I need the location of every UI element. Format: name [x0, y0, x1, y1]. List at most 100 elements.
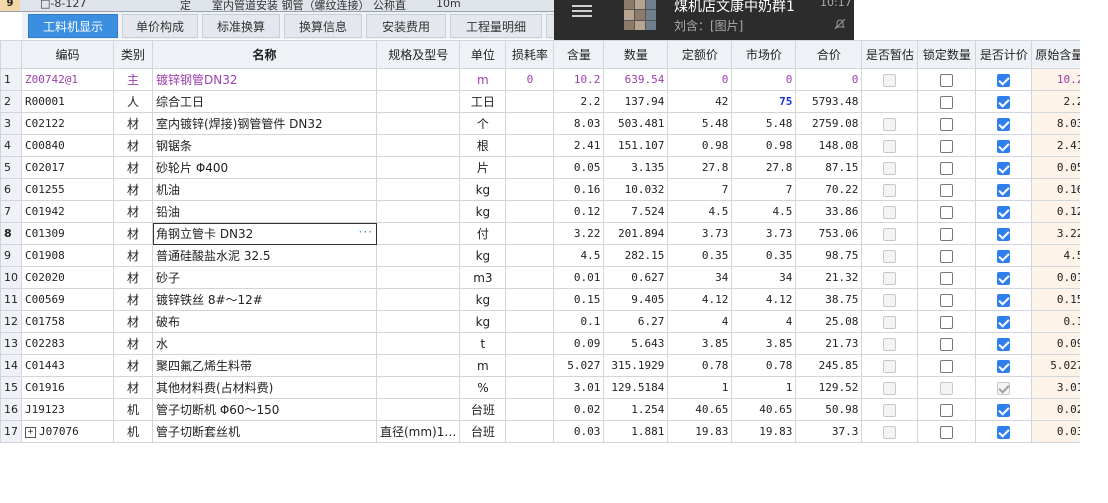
priced-checkbox[interactable]	[997, 293, 1011, 307]
cell-type[interactable]: 主	[113, 68, 153, 91]
lock-quantity-cell[interactable]	[917, 222, 977, 245]
cell-name[interactable]: 聚四氟乙烯生料带	[152, 354, 377, 377]
header-name[interactable]: 名称	[152, 40, 377, 69]
cell-content[interactable]: 0.05	[553, 156, 605, 179]
cell-unit[interactable]: 个	[459, 112, 507, 135]
cell-content[interactable]: 4.5	[553, 244, 605, 267]
cell-original-content[interactable]: 0.15	[1031, 288, 1088, 311]
header-unit[interactable]: 单位	[459, 40, 507, 69]
cell-content[interactable]: 0.1	[553, 310, 605, 333]
cell-spec[interactable]	[375, 376, 461, 399]
lock-quantity-cell[interactable]	[917, 90, 977, 113]
cell-quota-price[interactable]: 3.73	[667, 222, 733, 245]
header-lock-quantity[interactable]: 锁定数量	[917, 40, 977, 69]
cell-quota-price[interactable]: 4.5	[667, 200, 733, 223]
priced-cell[interactable]	[975, 398, 1033, 421]
cell-quota-price[interactable]: 0.35	[667, 244, 733, 267]
row-number[interactable]: 10	[0, 266, 22, 289]
cell-quota-price[interactable]: 4	[667, 310, 733, 333]
cell-quantity[interactable]: 129.5184	[603, 376, 669, 399]
cell-total[interactable]: 70.22	[795, 178, 863, 201]
cell-type[interactable]: 机	[113, 420, 153, 443]
row-number[interactable]: 8	[0, 222, 22, 245]
cell-unit[interactable]: 根	[459, 134, 507, 157]
cell-loss-rate[interactable]	[505, 156, 555, 179]
cell-total[interactable]: 148.08	[795, 134, 863, 157]
cell-spec[interactable]	[375, 222, 461, 245]
cell-quantity[interactable]: 1.881	[603, 420, 669, 443]
cell-unit[interactable]: kg	[459, 310, 507, 333]
cell-quantity[interactable]: 137.94	[603, 90, 669, 113]
cell-total[interactable]: 2759.08	[795, 112, 863, 135]
cell-content[interactable]: 3.01	[553, 376, 605, 399]
table-row[interactable]: 1 Z00742@1 主镀锌钢管DN32 m 0 10.2 639.54 0 0 0 10.2	[0, 68, 1088, 91]
header-quantity[interactable]: 数量	[603, 40, 669, 69]
lock-quantity-checkbox[interactable]	[940, 425, 954, 439]
tab-standard-conversion[interactable]: 标准换算	[202, 14, 280, 38]
cell-quantity[interactable]: 10.032	[603, 178, 669, 201]
cell-quantity[interactable]: 151.107	[603, 134, 669, 157]
table-row[interactable]: 10 C02020 材砂子 m3 0.01 0.627 34 34 21.32 0.01	[0, 266, 1088, 289]
lock-quantity-cell[interactable]	[917, 332, 977, 355]
cell-type[interactable]: 材	[113, 112, 153, 135]
cell-name[interactable]: 管子切断套丝机	[152, 420, 377, 443]
cell-content[interactable]: 0.01	[553, 266, 605, 289]
cell-market-price[interactable]: 7	[731, 178, 797, 201]
cell-content[interactable]: 0.09	[553, 332, 605, 355]
row-number[interactable]: 3	[0, 112, 22, 135]
cell-quota-price[interactable]: 3.85	[667, 332, 733, 355]
cell-quota-price[interactable]: 19.83	[667, 420, 733, 443]
cell-code[interactable]: J19123	[21, 398, 114, 421]
lock-quantity-cell[interactable]	[917, 244, 977, 267]
cell-type[interactable]: 材	[113, 332, 153, 355]
cell-spec[interactable]	[375, 156, 461, 179]
cell-total[interactable]: 21.73	[795, 332, 863, 355]
header-provisional[interactable]: 是否暂估	[861, 40, 919, 69]
cell-market-price[interactable]: 27.8	[731, 156, 797, 179]
cell-market-price[interactable]: 4.12	[731, 288, 797, 311]
table-row[interactable]: 2 R00001 人综合工日 工日 2.2 137.94 42 75 5793.48 2.2	[0, 90, 1088, 113]
cell-original-content[interactable]: 2.2	[1031, 90, 1088, 113]
cell-code[interactable]: C02283	[21, 332, 114, 355]
priced-cell[interactable]	[975, 134, 1033, 157]
cell-original-content[interactable]: 8.03	[1031, 112, 1088, 135]
header-quota-price[interactable]: 定额价	[667, 40, 733, 69]
cell-name[interactable]: 普通硅酸盐水泥 32.5	[152, 244, 377, 267]
row-number[interactable]: 14	[0, 354, 22, 377]
tab-quantity-detail[interactable]: 工程量明细	[450, 14, 542, 38]
cell-type[interactable]: 材	[113, 266, 153, 289]
priced-cell[interactable]	[975, 156, 1033, 179]
cell-content[interactable]: 0.03	[553, 420, 605, 443]
cell-name[interactable]: 机油	[152, 178, 377, 201]
cell-unit[interactable]: 片	[459, 156, 507, 179]
cell-quantity[interactable]: 3.135	[603, 156, 669, 179]
cell-market-price[interactable]: 75	[731, 90, 797, 113]
cell-quantity[interactable]: 315.1929	[603, 354, 669, 377]
row-number[interactable]: 7	[0, 200, 22, 223]
lock-quantity-cell[interactable]	[917, 288, 977, 311]
cell-market-price[interactable]: 3.85	[731, 332, 797, 355]
row-number[interactable]: 9	[0, 244, 22, 267]
cell-spec[interactable]	[375, 310, 461, 333]
cell-loss-rate[interactable]	[505, 310, 555, 333]
cell-spec[interactable]: 直径(mm)1…	[375, 420, 461, 443]
cell-unit[interactable]: kg	[459, 178, 507, 201]
cell-loss-rate[interactable]	[505, 420, 555, 443]
cell-quantity[interactable]: 6.27	[603, 310, 669, 333]
table-row[interactable]: 9 C01908 材普通硅酸盐水泥 32.5 kg 4.5 282.15 0.35 0.35 9…	[0, 244, 1088, 267]
cell-content[interactable]: 0.16	[553, 178, 605, 201]
cell-market-price[interactable]: 0.35	[731, 244, 797, 267]
row-number[interactable]: 5	[0, 156, 22, 179]
priced-cell[interactable]	[975, 68, 1033, 91]
priced-checkbox[interactable]	[997, 403, 1011, 417]
priced-checkbox[interactable]	[997, 95, 1011, 109]
cell-loss-rate[interactable]	[505, 244, 555, 267]
cell-code[interactable]: C00569	[21, 288, 114, 311]
cell-loss-rate[interactable]	[505, 90, 555, 113]
lock-quantity-checkbox[interactable]	[940, 205, 954, 219]
cell-spec[interactable]	[375, 266, 461, 289]
lock-quantity-cell[interactable]	[917, 398, 977, 421]
priced-checkbox[interactable]	[997, 271, 1011, 285]
lock-quantity-checkbox[interactable]	[940, 73, 954, 87]
lock-quantity-cell[interactable]	[917, 200, 977, 223]
